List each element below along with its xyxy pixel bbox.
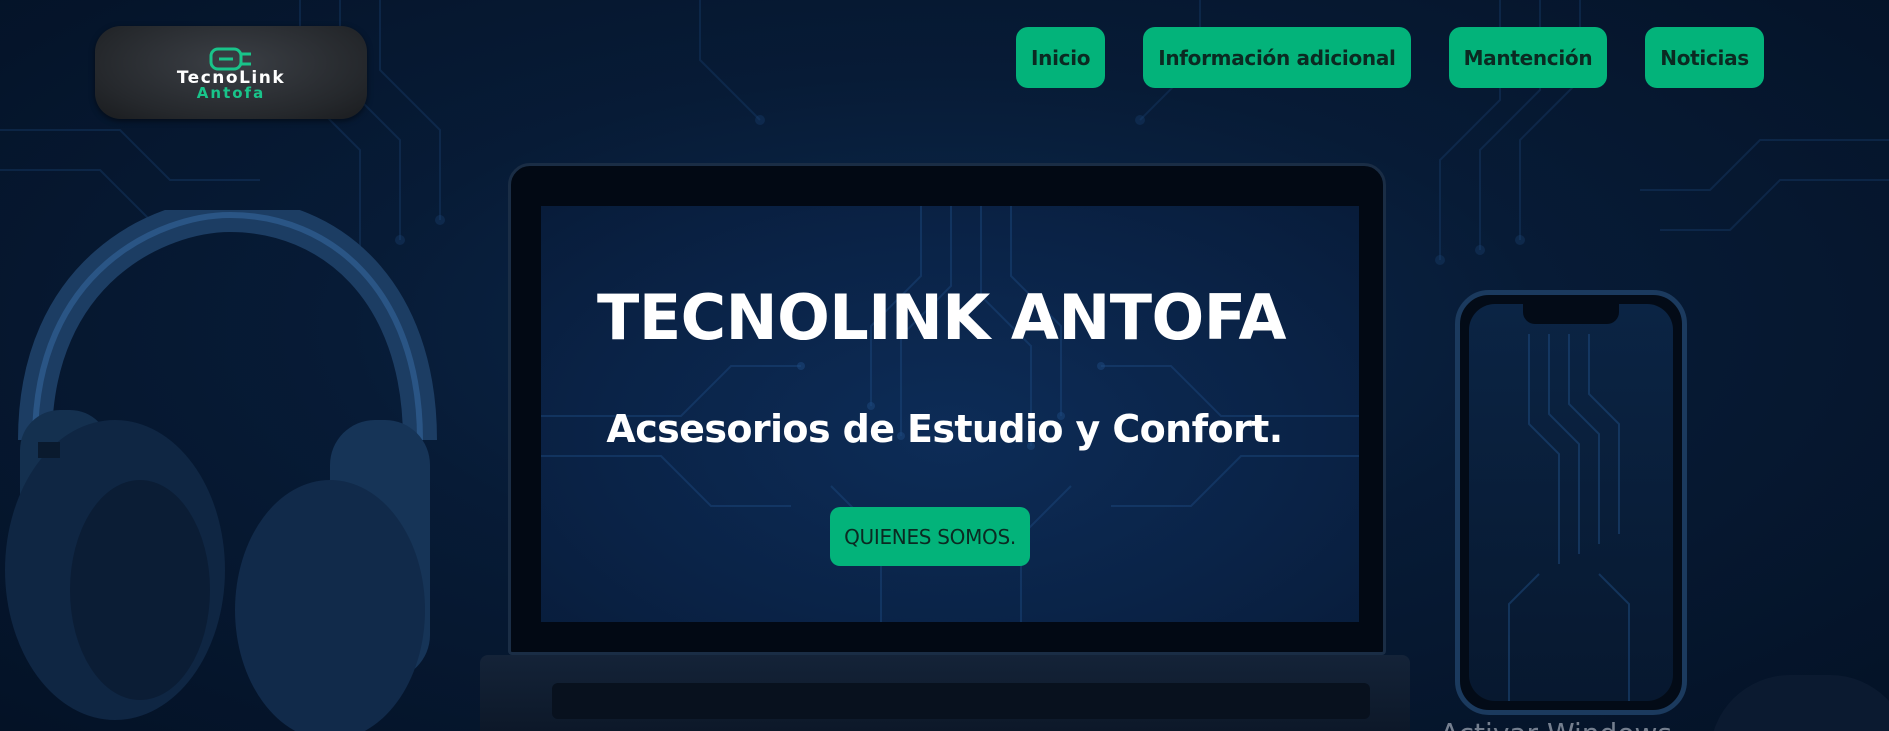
hero-subtitle: Acsesorios de Estudio y Confort. <box>606 407 1283 451</box>
activate-windows-watermark: Activar Windows <box>1440 717 1672 731</box>
logo-tagline: Antofa <box>196 84 266 102</box>
nav-informacion-adicional-button[interactable]: Información adicional <box>1143 27 1411 88</box>
hero-section: TecnoLink Antofa Inicio Información adic… <box>0 0 1889 731</box>
hero-title-text: TECNOLINK ANTOFA <box>597 281 1286 354</box>
nav-noticias-button[interactable]: Noticias <box>1645 27 1764 88</box>
nav-inicio-button[interactable]: Inicio <box>1016 27 1106 88</box>
phone-circuit-pattern <box>1508 334 1630 701</box>
main-nav: Inicio Información adicional Mantención … <box>1016 27 1764 88</box>
hero-title: TECNOLINK ANTOFA <box>0 281 1889 354</box>
quienes-somos-button[interactable]: QUIENES SOMOS. <box>830 507 1030 566</box>
laptop-keyboard <box>552 683 1370 719</box>
site-logo[interactable]: TecnoLink Antofa <box>95 26 367 119</box>
nav-mantencion-button[interactable]: Mantención <box>1448 27 1608 88</box>
phone-screen <box>1469 304 1673 701</box>
